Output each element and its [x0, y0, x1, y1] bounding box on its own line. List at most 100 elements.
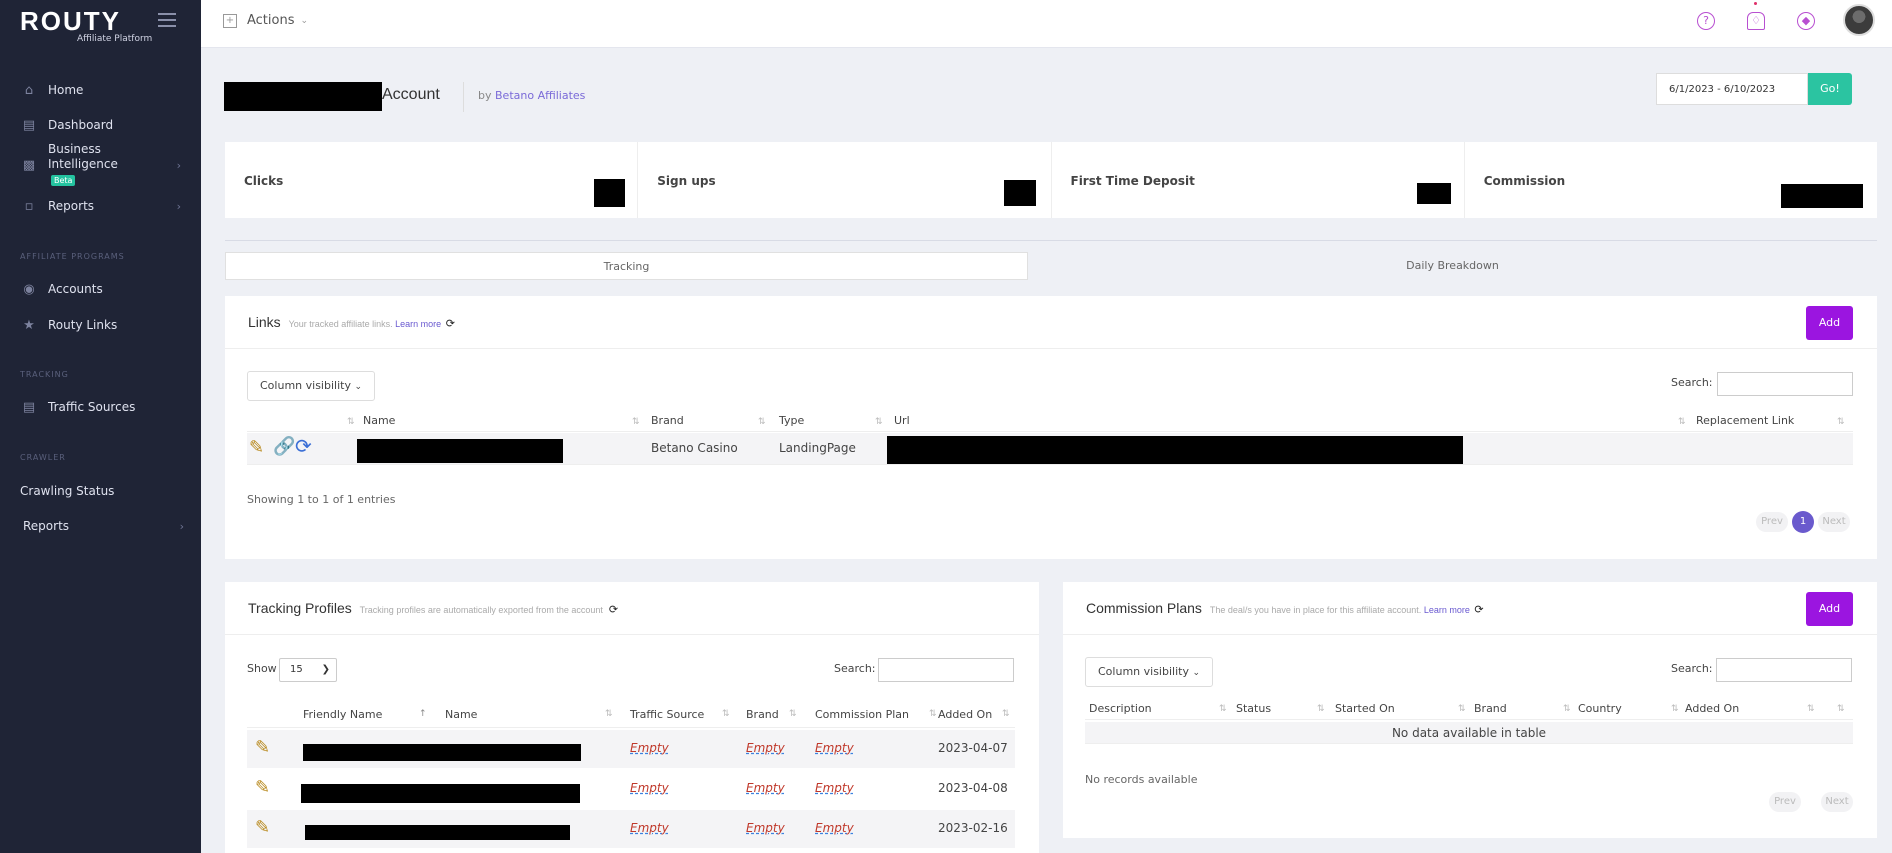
sort-icon[interactable]: ⇅	[605, 709, 613, 719]
commission-plan-empty[interactable]: Empty	[815, 741, 854, 755]
help-icon[interactable]: ?	[1697, 12, 1715, 30]
sidebar-item-reports[interactable]: ▫ Reports ›	[20, 194, 185, 218]
sort-icon[interactable]: ⇅	[1671, 704, 1679, 714]
sidebar-item-routy-links[interactable]: ★ Routy Links	[20, 313, 185, 337]
column-visibility-button[interactable]: Column visibility ⌄	[1085, 657, 1213, 687]
col-status[interactable]: Status	[1236, 702, 1271, 715]
sidebar-item-home[interactable]: ⌂ Home	[20, 78, 185, 102]
page-1-button[interactable]: 1	[1792, 511, 1814, 533]
sidebar-item-crawling-status[interactable]: Crawling Status	[20, 479, 185, 503]
col-brand[interactable]: Brand	[651, 414, 684, 427]
redacted-value	[594, 179, 625, 207]
column-visibility-button[interactable]: Column visibility ⌄	[247, 371, 375, 401]
sort-icon[interactable]: ⇅	[1837, 704, 1845, 714]
go-button[interactable]: Go!	[1808, 73, 1852, 105]
links-search-input[interactable]	[1717, 372, 1853, 396]
menu-toggle-icon[interactable]	[158, 13, 176, 27]
next-button[interactable]: Next	[1818, 512, 1850, 532]
sort-icon[interactable]: ⇅	[1678, 417, 1686, 427]
sort-icon[interactable]: ⇅	[722, 709, 730, 719]
sidebar-item-crawler-reports[interactable]: Reports ›	[23, 514, 188, 538]
tracking-profiles-subtitle: Tracking profiles are automatically expo…	[359, 605, 603, 615]
tabs-divider	[225, 240, 1877, 241]
col-description[interactable]: Description	[1089, 702, 1152, 715]
edit-icon[interactable]: ✎	[255, 738, 277, 758]
learn-more-link[interactable]: Learn more	[395, 319, 441, 329]
bell-icon[interactable]: ♢	[1747, 12, 1765, 30]
sidebar-item-business-intelligence[interactable]: ▩ Business Intelligence Beta ›	[20, 142, 185, 186]
commission-plan-empty[interactable]: Empty	[815, 821, 854, 835]
traffic-source-empty[interactable]: Empty	[630, 741, 669, 755]
next-button[interactable]: Next	[1821, 792, 1853, 812]
prev-button[interactable]: Prev	[1769, 792, 1801, 812]
commission-plan-empty[interactable]: Empty	[815, 781, 854, 795]
edit-icon[interactable]: ✎	[255, 778, 277, 798]
brand-empty[interactable]: Empty	[746, 781, 785, 795]
col-traffic-source[interactable]: Traffic Source	[630, 708, 704, 721]
support-icon[interactable]: ◆	[1797, 12, 1815, 30]
avatar[interactable]	[1843, 4, 1875, 36]
sort-icon[interactable]: ⇅	[347, 417, 355, 427]
tab-daily-breakdown[interactable]: Daily Breakdown	[1028, 252, 1877, 280]
refresh-icon[interactable]: ⟳	[446, 318, 455, 330]
sort-icon[interactable]: ⇅	[1002, 709, 1010, 719]
page-size-select[interactable]: 15 ❯	[279, 658, 337, 682]
col-added-on[interactable]: Added On	[938, 708, 992, 721]
col-type[interactable]: Type	[779, 414, 804, 427]
edit-icon[interactable]: ✎	[255, 818, 277, 838]
sort-icon[interactable]: ⇅	[1563, 704, 1571, 714]
add-commission-plan-button[interactable]: Add	[1806, 592, 1853, 626]
sidebar-item-dashboard[interactable]: ▤ Dashboard	[20, 113, 185, 137]
sort-icon[interactable]: ⇅	[1317, 704, 1325, 714]
sort-icon[interactable]: ⇅	[1219, 704, 1227, 714]
no-data-message: No data available in table	[1391, 726, 1547, 740]
col-brand[interactable]: Brand	[1474, 702, 1507, 715]
brand-empty[interactable]: Empty	[746, 821, 785, 835]
sort-icon[interactable]: ⇅	[875, 417, 883, 427]
traffic-source-empty[interactable]: Empty	[630, 821, 669, 835]
sidebar: ROUTY Affiliate Platform ⌂ Home ▤ Dashbo…	[0, 0, 201, 853]
sort-icon[interactable]: ⇅	[1807, 704, 1815, 714]
sidebar-item-accounts[interactable]: ◉ Accounts	[20, 277, 185, 301]
no-records-message: No records available	[1085, 773, 1198, 786]
tab-tracking[interactable]: Tracking	[225, 252, 1028, 280]
refresh-icon[interactable]: ⟳	[1474, 604, 1483, 616]
refresh-icon[interactable]: ⟳	[609, 604, 618, 616]
sort-icon[interactable]: ⇅	[758, 417, 766, 427]
links-subtitle: Your tracked affiliate links.	[288, 319, 393, 329]
col-commission-plan[interactable]: Commission Plan	[815, 708, 909, 721]
sort-icon[interactable]: ⇅	[1458, 704, 1466, 714]
col-brand[interactable]: Brand	[746, 708, 779, 721]
sidebar-item-traffic-sources[interactable]: ▤ Traffic Sources	[20, 395, 185, 419]
edit-icon[interactable]: ✎	[249, 438, 271, 458]
actions-menu[interactable]: + Actions ⌄	[223, 13, 308, 28]
brand-empty[interactable]: Empty	[746, 741, 785, 755]
sort-icon[interactable]: ⇅	[789, 709, 797, 719]
sort-icon[interactable]: ⇅	[929, 709, 937, 719]
add-link-button[interactable]: Add	[1806, 306, 1853, 340]
commission-plans-search-input[interactable]	[1716, 658, 1852, 682]
col-replacement-link[interactable]: Replacement Link	[1696, 414, 1794, 427]
sync-icon[interactable]: ⟳	[295, 434, 312, 458]
routy-logo[interactable]: ROUTY Affiliate Platform	[20, 6, 175, 44]
prev-button[interactable]: Prev	[1756, 512, 1788, 532]
traffic-source-empty[interactable]: Empty	[630, 781, 669, 795]
col-friendly-name[interactable]: Friendly Name	[303, 708, 382, 721]
sort-icon[interactable]: ⇅	[632, 417, 640, 427]
col-name[interactable]: Name	[445, 708, 477, 721]
col-added-on[interactable]: Added On	[1685, 702, 1739, 715]
chevron-down-icon: ❯	[321, 664, 330, 675]
col-country[interactable]: Country	[1578, 702, 1622, 715]
redacted-link-name	[357, 439, 563, 463]
betano-affiliates-link[interactable]: Betano Affiliates	[495, 89, 585, 102]
sort-icon[interactable]: ⇅	[1837, 417, 1845, 427]
sort-asc-icon[interactable]: ↑	[419, 709, 427, 719]
date-range-input[interactable]: 6/1/2023 - 6/10/2023	[1656, 73, 1808, 105]
col-started-on[interactable]: Started On	[1335, 702, 1395, 715]
learn-more-link[interactable]: Learn more	[1424, 605, 1470, 615]
table-row: ✎ Empty Empty Empty 2023-02-16	[247, 810, 1015, 848]
tracking-profiles-search-input[interactable]	[878, 658, 1014, 682]
col-name[interactable]: Name	[363, 414, 395, 427]
link-icon[interactable]: 🔗	[273, 436, 295, 457]
col-url[interactable]: Url	[894, 414, 910, 427]
